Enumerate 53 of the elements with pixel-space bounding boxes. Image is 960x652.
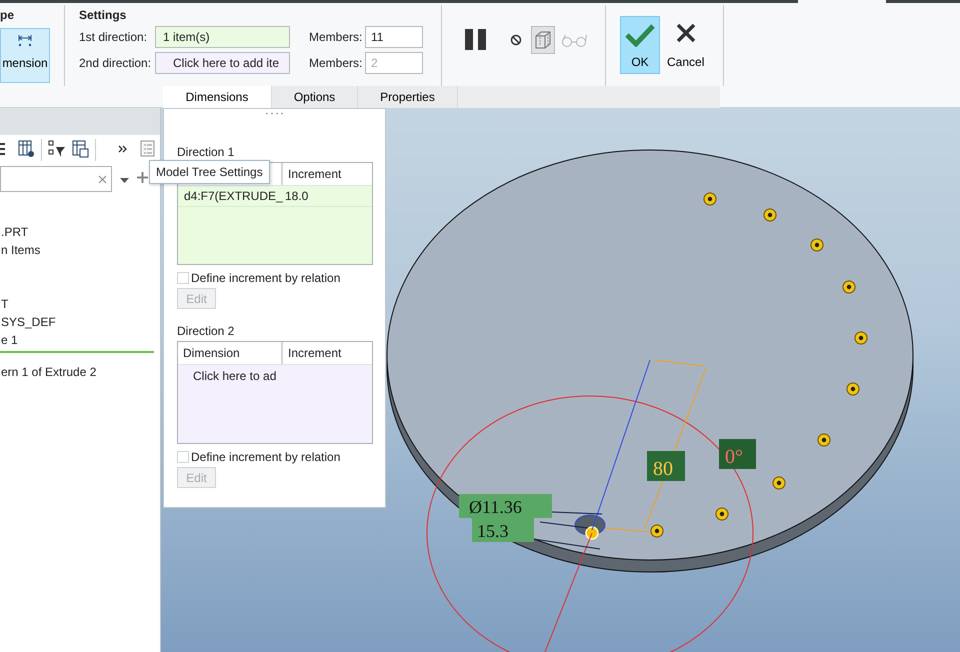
checkbox-label: Define increment by relation — [191, 450, 340, 464]
table-settings-icon[interactable] — [72, 140, 89, 158]
column-header[interactable]: Increment — [282, 163, 372, 185]
column-header[interactable]: Dimension — [178, 342, 282, 364]
table-icon[interactable] — [18, 140, 35, 158]
tree-item[interactable]: .PRT — [0, 223, 160, 241]
field-label: 2nd direction: — [79, 56, 152, 70]
dimension-label[interactable]: Ø11.36 — [459, 494, 552, 518]
search-field[interactable] — [0, 166, 112, 192]
column-header[interactable]: Increment — [282, 342, 372, 364]
field-label: 1st direction: — [79, 30, 148, 44]
collector-field[interactable]: 1 item(s) — [155, 26, 290, 48]
dropdown-arrow-icon[interactable] — [120, 178, 129, 183]
glasses-icon — [560, 32, 588, 46]
list-icon[interactable] — [0, 140, 6, 156]
clear-icon[interactable] — [98, 174, 107, 184]
close-icon — [676, 23, 696, 43]
drag-handle-icon[interactable] — [265, 112, 285, 115]
section-title: Direction 2 — [177, 324, 236, 338]
plus-icon[interactable] — [137, 172, 148, 183]
dimension-type-button[interactable]: mension — [0, 28, 50, 83]
no-entry-icon — [510, 34, 522, 46]
ok-button[interactable]: OK — [620, 16, 660, 74]
tree-item[interactable]: n Items — [0, 241, 160, 259]
add-item-prompt[interactable]: Click here to ad — [178, 365, 372, 387]
field-label: Members: — [309, 30, 364, 44]
checkbox[interactable] — [177, 451, 189, 463]
tree-item[interactable]: ern 1 of Extrude 2 — [0, 363, 160, 381]
tab[interactable]: Dimensions — [163, 86, 272, 108]
table-cell[interactable]: 18.0 — [281, 186, 308, 206]
table-cell[interactable]: d4:F7(EXTRUDE_ — [178, 186, 281, 206]
cancel-button[interactable]: Cancel — [664, 16, 708, 74]
tree-item[interactable]: e 1 — [0, 331, 160, 349]
insert-marker[interactable] — [0, 351, 154, 353]
dimension-label[interactable]: 15.3 — [472, 518, 534, 542]
dimension-icon — [18, 33, 32, 47]
pause-icon — [464, 29, 488, 50]
filter-icon[interactable] — [48, 140, 66, 158]
document-icon[interactable] — [140, 140, 157, 158]
field-label: Members: — [309, 56, 364, 70]
dimension-label[interactable]: 80 — [647, 451, 685, 481]
tree-item[interactable]: T — [0, 295, 160, 313]
group-title: Settings — [79, 7, 128, 22]
tooltip: Model Tree Settings — [149, 160, 270, 184]
checkbox[interactable] — [177, 272, 189, 284]
members-field[interactable]: 11 — [365, 26, 423, 48]
collector-field[interactable]: Click here to add ite — [155, 52, 290, 74]
checkmark-icon — [625, 23, 655, 47]
chevron-icon[interactable] — [118, 144, 128, 154]
group-title: pe — [0, 7, 16, 22]
checkbox-label: Define increment by relation — [191, 271, 340, 285]
section-title: Direction 1 — [177, 145, 236, 159]
tree-item[interactable]: SYS_DEF — [0, 313, 160, 331]
